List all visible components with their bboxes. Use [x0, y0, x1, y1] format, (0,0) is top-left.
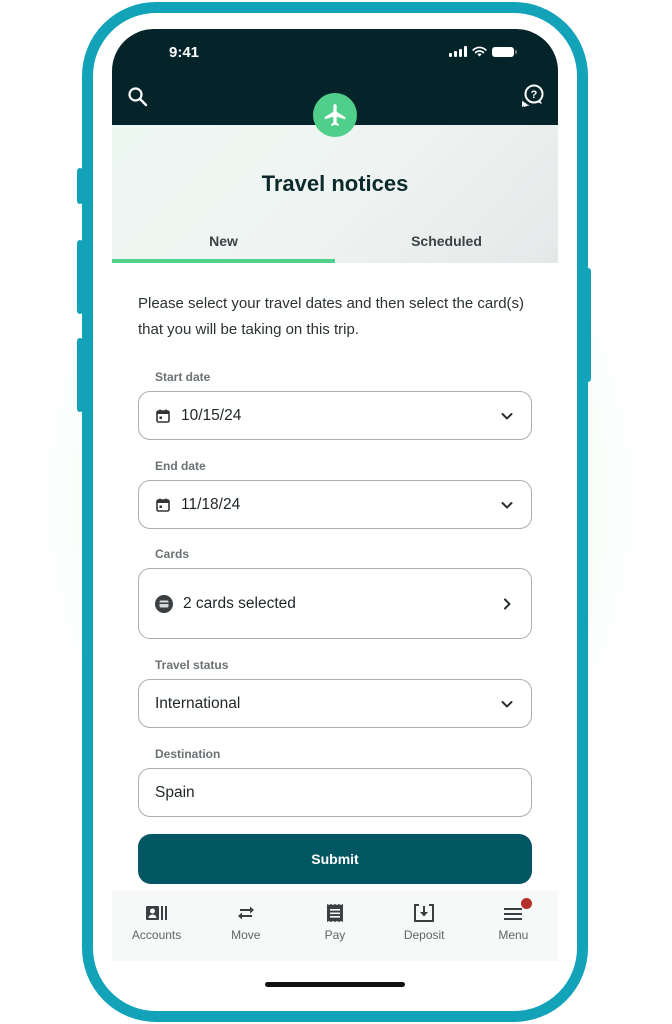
destination-input[interactable]: Spain	[138, 768, 532, 817]
card-icon	[155, 594, 173, 613]
start-date-value: 10/15/24	[181, 406, 242, 424]
cards-value: 2 cards selected	[183, 594, 296, 612]
svg-text:?: ?	[531, 89, 538, 101]
nav-menu[interactable]: Menu	[469, 891, 558, 961]
nav-deposit[interactable]: Deposit	[380, 891, 469, 961]
notification-dot	[520, 898, 532, 909]
end-date-value: 11/18/24	[181, 495, 241, 513]
destination-value: Spain	[155, 783, 195, 801]
travel-status-group: Travel status International	[138, 658, 532, 728]
travel-notice-form: Please select your travel dates and then…	[138, 263, 532, 884]
tab-bar: New Scheduled	[112, 225, 558, 263]
home-indicator[interactable]	[265, 982, 405, 987]
page-title: Travel notices	[261, 171, 409, 196]
airplane-icon	[324, 104, 346, 126]
intro-text: Please select your travel dates and then…	[138, 295, 525, 338]
signal-icon	[449, 46, 467, 57]
travel-badge	[313, 93, 357, 137]
calendar-icon	[155, 497, 171, 513]
start-date-label: Start date	[155, 370, 211, 384]
status-icons	[449, 46, 517, 57]
travel-status-label: Travel status	[155, 658, 229, 672]
chevron-down-icon	[499, 497, 515, 513]
chevron-down-icon	[499, 696, 515, 712]
nav-pay-label: Pay	[324, 928, 346, 942]
destination-group: Destination Spain	[138, 747, 532, 817]
bottom-nav: Accounts Move Pay Deposit Menu	[112, 891, 558, 961]
nav-move-label: Move	[231, 928, 261, 942]
end-date-group: End date 11/18/24	[138, 459, 532, 529]
nav-deposit-label: Deposit	[403, 928, 445, 942]
phone-screen: 9:41 ? Travel notices New Scheduled Plea…	[112, 29, 558, 961]
start-date-group: Start date 10/15/24	[138, 370, 532, 440]
battery-icon	[492, 46, 517, 57]
chevron-right-icon	[499, 596, 515, 612]
end-date-select[interactable]: 11/18/24	[138, 480, 532, 529]
deposit-icon	[413, 903, 435, 923]
submit-button[interactable]: Submit	[138, 834, 532, 884]
search-icon	[128, 87, 148, 107]
search-button[interactable]	[126, 85, 150, 109]
travel-status-select[interactable]: International	[138, 679, 532, 728]
transfer-icon	[235, 903, 257, 923]
nav-move[interactable]: Move	[201, 891, 290, 961]
status-time: 9:41	[169, 44, 200, 61]
nav-accounts[interactable]: Accounts	[112, 891, 201, 961]
travel-status-value: International	[155, 694, 241, 712]
tab-new[interactable]: New	[112, 225, 335, 263]
cards-select[interactable]: 2 cards selected	[138, 568, 532, 639]
start-date-select[interactable]: 10/15/24	[138, 391, 532, 440]
accounts-icon	[145, 903, 168, 923]
chevron-down-icon	[499, 408, 515, 424]
help-chat-button[interactable]: ?	[518, 83, 546, 111]
help-chat-icon: ?	[522, 84, 544, 107]
tab-scheduled[interactable]: Scheduled	[335, 225, 558, 263]
cards-group: Cards 2 cards selected	[138, 547, 532, 639]
end-date-label: End date	[155, 459, 206, 473]
bill-icon	[324, 903, 346, 923]
destination-label: Destination	[155, 747, 221, 761]
calendar-icon	[155, 408, 171, 424]
page-header: Travel notices New Scheduled	[112, 125, 558, 263]
nav-accounts-label: Accounts	[131, 928, 182, 942]
cards-label: Cards	[155, 547, 190, 561]
nav-pay[interactable]: Pay	[290, 891, 379, 961]
nav-menu-label: Menu	[498, 928, 529, 942]
wifi-icon	[472, 46, 487, 57]
